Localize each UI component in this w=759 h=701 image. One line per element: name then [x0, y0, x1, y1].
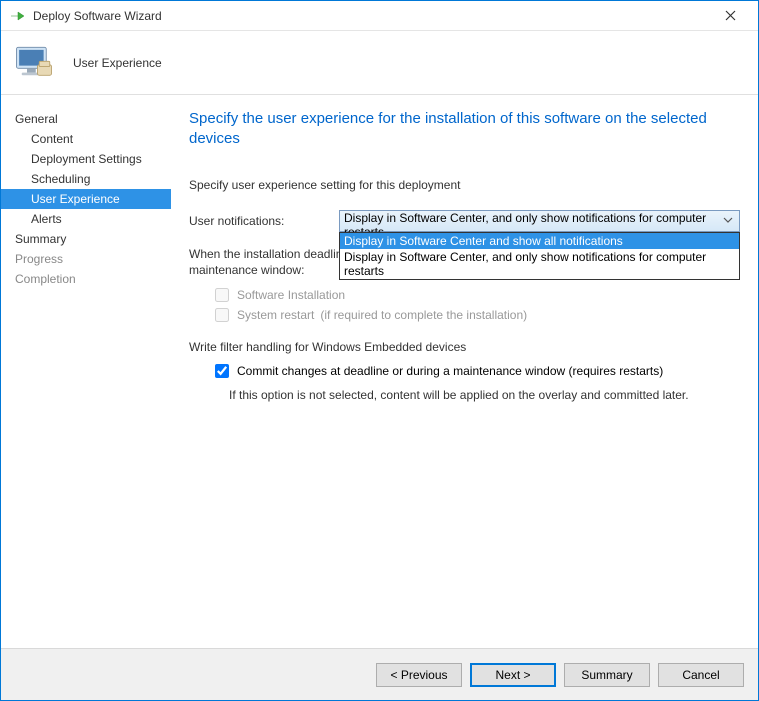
sidebar-item-content[interactable]: Content — [1, 129, 171, 149]
commit-changes-checkbox[interactable] — [215, 364, 229, 378]
next-button[interactable]: Next > — [470, 663, 556, 687]
software-installation-row: Software Installation — [215, 288, 740, 302]
user-notifications-row: User notifications: Display in Software … — [189, 210, 740, 232]
commit-note: If this option is not selected, content … — [229, 388, 740, 402]
header-subtitle: User Experience — [73, 56, 162, 70]
intro-text: Specify user experience setting for this… — [189, 178, 740, 192]
user-notifications-label: User notifications: — [189, 214, 339, 228]
cancel-button[interactable]: Cancel — [658, 663, 744, 687]
software-installation-label: Software Installation — [237, 288, 345, 302]
close-icon — [725, 10, 736, 21]
page-heading: Specify the user experience for the inst… — [189, 109, 740, 150]
wizard-sidebar: GeneralContentDeployment SettingsSchedul… — [1, 95, 171, 650]
user-notifications-option[interactable]: Display in Software Center, and only sho… — [340, 249, 739, 279]
user-notifications-select-wrap: Display in Software Center, and only sho… — [339, 210, 740, 232]
sidebar-item-progress[interactable]: Progress — [1, 249, 171, 269]
monitor-icon — [13, 42, 55, 84]
system-restart-checkbox — [215, 308, 229, 322]
sidebar-item-summary[interactable]: Summary — [1, 229, 171, 249]
wizard-main: Specify the user experience for the inst… — [171, 95, 758, 650]
write-filter-heading: Write filter handling for Windows Embedd… — [189, 340, 740, 354]
commit-changes-row: Commit changes at deadline or during a m… — [215, 364, 740, 378]
sidebar-item-alerts[interactable]: Alerts — [1, 209, 171, 229]
wizard-footer: < Previous Next > Summary Cancel — [1, 648, 758, 700]
sidebar-item-completion[interactable]: Completion — [1, 269, 171, 289]
system-restart-hint: (if required to complete the installatio… — [320, 308, 527, 322]
chevron-down-icon — [723, 215, 733, 225]
wizard-body: GeneralContentDeployment SettingsSchedul… — [1, 95, 758, 650]
software-installation-checkbox — [215, 288, 229, 302]
user-notifications-option[interactable]: Display in Software Center and show all … — [340, 233, 739, 249]
user-notifications-select[interactable]: Display in Software Center, and only sho… — [339, 210, 740, 232]
wizard-header: User Experience — [1, 31, 758, 95]
sidebar-item-scheduling[interactable]: Scheduling — [1, 169, 171, 189]
wizard-arrow-icon — [9, 8, 25, 24]
close-button[interactable] — [710, 8, 750, 24]
window-title: Deploy Software Wizard — [33, 9, 710, 23]
user-notifications-dropdown: Display in Software Center and show all … — [339, 232, 740, 280]
summary-button[interactable]: Summary — [564, 663, 650, 687]
title-bar: Deploy Software Wizard — [1, 1, 758, 31]
sidebar-item-user-experience[interactable]: User Experience — [1, 189, 171, 209]
sidebar-item-deployment-settings[interactable]: Deployment Settings — [1, 149, 171, 169]
system-restart-row: System restart (if required to complete … — [215, 308, 740, 322]
system-restart-label: System restart — [237, 308, 314, 322]
sidebar-item-general[interactable]: General — [1, 109, 171, 129]
commit-changes-label: Commit changes at deadline or during a m… — [237, 364, 663, 378]
previous-button[interactable]: < Previous — [376, 663, 462, 687]
